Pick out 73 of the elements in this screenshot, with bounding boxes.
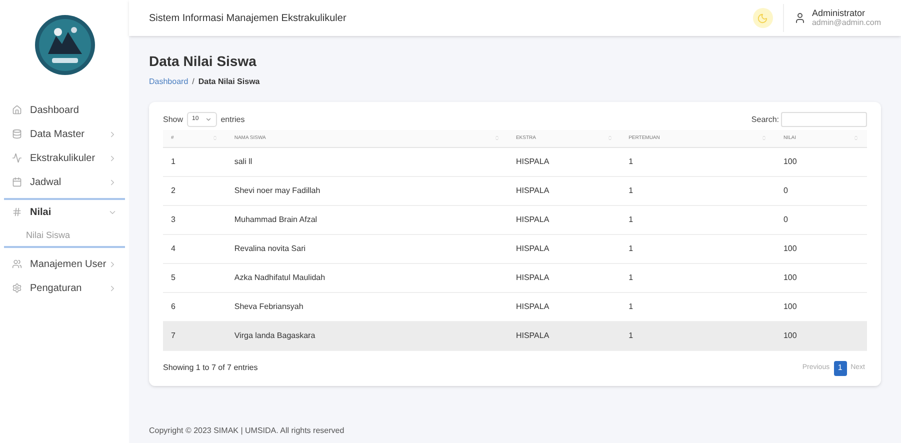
page-button[interactable]: 1 [834,360,847,376]
table-cell: 1 [620,263,776,292]
database-icon [12,129,22,139]
table-cell: 6 [163,292,226,321]
user-email: admin@admin.com [812,18,881,28]
hash-icon [12,207,22,217]
table-cell: Azka Nadhifatul Maulidah [226,263,508,292]
table-cell: Muhammad Brain Afzal [226,205,508,234]
calendar-icon [12,177,22,187]
table-cell: 1 [620,147,776,176]
table-cell: 100 [775,321,867,350]
breadcrumb-separator: / [192,76,194,88]
table-cell: Revalina novita Sari [226,234,508,263]
table-cell: 0 [775,205,867,234]
table-cell: 1 [620,205,776,234]
table-cell: HISPALA [508,147,621,176]
sidebar-item[interactable]: Dashboard [4,98,125,122]
sidebar-item[interactable]: Jadwal [4,170,125,194]
table-cell: 1 [620,234,776,263]
page-title: Data Nilai Siswa [149,52,256,70]
table-cell: 1 [163,147,226,176]
theme-toggle[interactable] [752,8,773,28]
sidebar-item[interactable]: Nilai [4,200,125,224]
table-cell: 1 [620,292,776,321]
table-cell: 2 [163,176,226,205]
table-cell: HISPALA [508,205,621,234]
table-cell: 5 [163,263,226,292]
table-info: Showing 1 to 7 of 7 entries [163,362,258,374]
home-icon [12,105,22,115]
moon-icon [757,12,768,24]
users-icon [12,259,22,269]
table-cell: HISPALA [508,234,621,263]
table-cell: HISPALA [508,321,621,350]
current-page-label: Data Nilai Siswa [198,76,260,88]
sidebar-item[interactable]: Ekstrakulikuler [4,146,125,170]
table-cell: 100 [775,147,867,176]
table-cell: 0 [775,176,867,205]
chevron-icon [108,178,117,186]
sidebar-item[interactable]: Pengaturan [4,276,125,300]
table-cell: 100 [775,234,867,263]
table-cell: 100 [775,263,867,292]
table-cell: 1 [620,176,776,205]
pulse-icon [12,153,22,163]
table-cell: sali ll [226,147,508,176]
search-field[interactable] [781,112,867,127]
entries-label: entries [220,114,245,126]
breadcrumb-link[interactable]: Dashboard [149,76,188,88]
show-label: Show [163,114,184,126]
table-cell: 1 [620,321,776,350]
table-cell: HISPALA [508,263,621,292]
gear-icon [12,283,22,293]
search-label: Search: [751,114,779,126]
table-cell: Virga landa Bagaskara [226,321,508,350]
footer-text: Copyright © 2023 SIMAK | UMSIDA. All rights reserved [149,425,344,437]
table-cell: Sheva Febriansyah [226,292,508,321]
submenu-item[interactable]: Nilai Siswa [4,224,125,246]
chevron-icon [108,130,117,138]
table-cell: HISPALA [508,292,621,321]
chevron-icon [204,116,212,123]
chevron-icon [108,260,117,268]
table-cell: 7 [163,321,226,350]
sidebar-item[interactable]: Data Master [4,122,125,146]
app-title: Sistem Informasi Manajemen Ekstrakulikuler [149,12,348,26]
chevron-icon [108,154,117,162]
table-cell: Shevi noer may Fadillah [226,176,508,205]
table-cell: 4 [163,234,226,263]
table-cell: 3 [163,205,226,234]
table-cell: 100 [775,292,867,321]
user-icon [794,12,806,24]
user-name: Administrator [812,8,866,18]
chevron-icon [108,284,117,292]
table-cell: HISPALA [508,176,621,205]
sidebar-item[interactable]: Manajemen User [4,252,125,276]
